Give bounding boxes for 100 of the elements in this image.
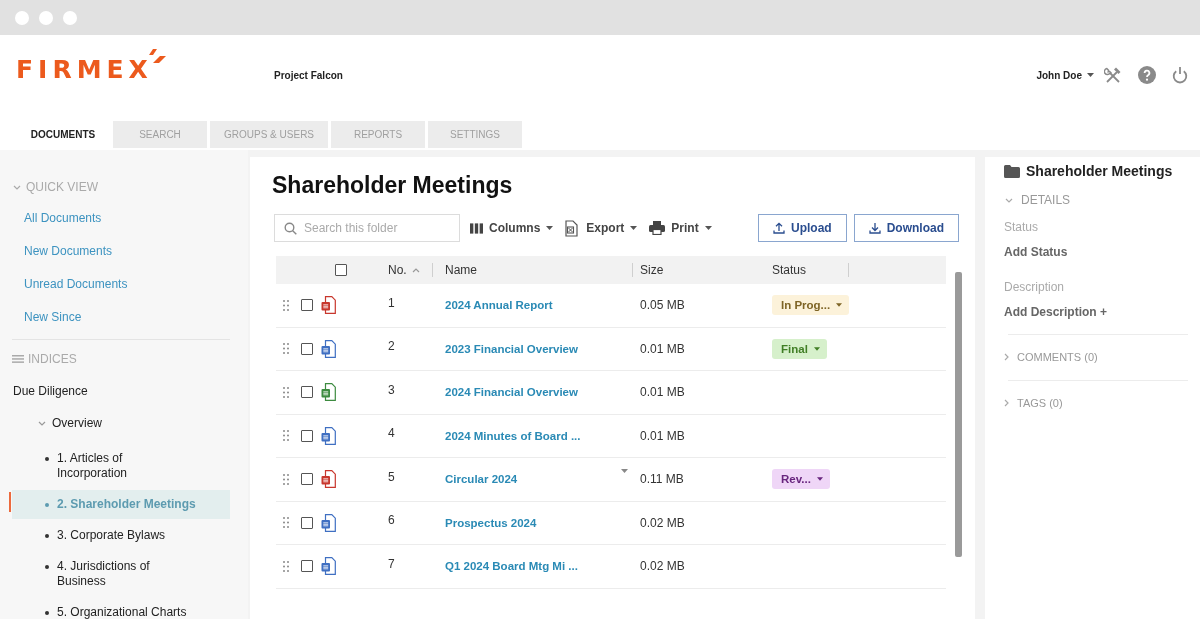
caret-icon (630, 226, 638, 230)
bullet-icon (45, 564, 49, 569)
file-icon (321, 339, 336, 358)
column-header[interactable]: No. (388, 263, 420, 277)
tree-item[interactable]: Overview (12, 412, 230, 434)
status-dropdown[interactable]: In Prog... (772, 295, 850, 316)
document-icon (565, 219, 579, 237)
search-field[interactable]: Search this folder (274, 214, 460, 242)
file-link[interactable]: 2024 Minutes of Board ... (445, 429, 581, 442)
download-icon (868, 222, 881, 234)
caret-icon (704, 226, 712, 230)
table-cell: 2 (388, 339, 395, 354)
table-row[interactable]: 4 2024 Minutes of Board ... 0.01 MB (276, 414, 946, 458)
add-link[interactable]: Add Status (1004, 244, 1068, 260)
file-icon (321, 426, 336, 445)
file-link[interactable]: Circular 2024 (445, 473, 518, 486)
file-icon (321, 513, 336, 532)
grip-icon[interactable] (283, 343, 289, 355)
grip-icon[interactable] (283, 430, 289, 442)
grip-icon[interactable] (283, 560, 289, 572)
file-link[interactable]: 2024 Financial Overview (445, 386, 578, 399)
checkbox[interactable] (301, 560, 313, 573)
file-icon (321, 557, 336, 576)
checkbox[interactable] (301, 473, 313, 486)
tree-item[interactable]: 4. Jurisdictions of Business (12, 552, 230, 596)
grip-icon[interactable] (283, 386, 289, 398)
tree-item[interactable]: 3. Corporate Bylaws (12, 521, 230, 550)
file-link[interactable]: Prospectus 2024 (445, 516, 537, 529)
caret-icon[interactable] (621, 469, 628, 473)
table-cell: 0.01 MB (640, 341, 685, 356)
checkbox[interactable] (301, 429, 313, 442)
tree-item[interactable]: 1. Articles of Incorporation (12, 444, 230, 488)
logo: FIRMEX (16, 54, 153, 86)
table-cell: 0.02 MB (640, 515, 685, 530)
tools-icon[interactable] (1104, 66, 1122, 84)
table-cell: 5 (388, 469, 395, 484)
panel-title: Shareholder Meetings (1026, 162, 1173, 180)
bullet-icon (45, 502, 49, 507)
table-cell: 0.02 MB (640, 559, 685, 574)
file-link[interactable]: Q1 2024 Board Mtg Mi ... (445, 560, 578, 573)
columns-icon (470, 222, 483, 234)
tree-item[interactable]: Due Diligence (12, 380, 230, 402)
menu-button[interactable]: Columns (470, 216, 554, 240)
folder-title: Shareholder Meetings (272, 171, 513, 199)
table-cell: 0.11 MB (640, 472, 684, 487)
project-name: Project Falcon (274, 69, 343, 81)
bullet-icon (45, 533, 49, 538)
caret-icon (813, 346, 820, 351)
file-link[interactable]: 2024 Annual Report (445, 299, 553, 312)
table-cell: 6 (388, 513, 395, 528)
field-label: Status (1004, 220, 1039, 234)
list-icon (12, 355, 24, 363)
file-icon (321, 470, 336, 489)
caret-icon (1087, 73, 1094, 77)
search-icon (284, 221, 297, 235)
download-button[interactable]: Download (853, 214, 959, 242)
caret-icon (816, 477, 823, 482)
table-row[interactable]: 7 Q1 2024 Board Mtg Mi ... 0.02 MB (276, 545, 946, 589)
table-row[interactable]: 6 Prospectus 2024 0.02 MB (276, 501, 946, 545)
table-row[interactable]: 2 2023 Financial Overview 0.01 MB Final (276, 327, 946, 371)
table-row[interactable]: 5 Circular 2024 0.11 MB Rev... (276, 458, 946, 502)
tree-item[interactable]: 5. Organizational Charts (12, 598, 230, 619)
checkbox[interactable] (301, 516, 313, 529)
column-header[interactable]: Name (445, 263, 477, 277)
menu-button[interactable]: Print (649, 216, 712, 240)
sort-icon (411, 267, 420, 273)
status-dropdown[interactable]: Rev... (772, 469, 830, 490)
grip-icon[interactable] (283, 473, 289, 485)
column-header[interactable]: Status (772, 263, 807, 277)
column-header[interactable]: Size (640, 263, 664, 277)
menu-button[interactable]: Export (565, 216, 638, 240)
table-cell: 7 (388, 556, 395, 571)
grip-icon[interactable] (283, 517, 289, 529)
scrollbar-thumb[interactable] (955, 272, 962, 557)
user-menu[interactable]: John Doe (1036, 69, 1094, 81)
table-cell: 1 (388, 295, 395, 310)
table-cell: 3 (388, 382, 395, 397)
bullet-icon (45, 610, 49, 615)
checkbox[interactable] (301, 386, 313, 399)
checkbox[interactable] (335, 264, 347, 276)
table-cell: 0.01 MB (640, 428, 685, 443)
checkbox[interactable] (301, 342, 313, 355)
help-icon[interactable] (1138, 66, 1156, 84)
add-link[interactable]: Add Description + (1004, 304, 1107, 320)
table-row[interactable]: 1 2024 Annual Report 0.05 MB In Prog... (276, 284, 946, 328)
caret-icon (836, 303, 843, 308)
power-icon[interactable] (1172, 66, 1188, 84)
file-icon (321, 383, 336, 402)
table-row[interactable]: 3 2024 Financial Overview 0.01 MB (276, 371, 946, 415)
upload-icon (773, 222, 785, 234)
section-title: INDICES (28, 352, 77, 366)
file-link[interactable]: 2023 Financial Overview (445, 342, 578, 355)
table-cell: 4 (388, 426, 395, 441)
bullet-icon (45, 456, 49, 461)
grip-icon[interactable] (283, 299, 289, 311)
status-dropdown[interactable]: Final (772, 338, 827, 359)
caret-icon (546, 226, 554, 230)
checkbox[interactable] (301, 299, 313, 312)
upload-button[interactable]: Upload (758, 214, 847, 242)
table-cell: 0.01 MB (640, 385, 685, 400)
